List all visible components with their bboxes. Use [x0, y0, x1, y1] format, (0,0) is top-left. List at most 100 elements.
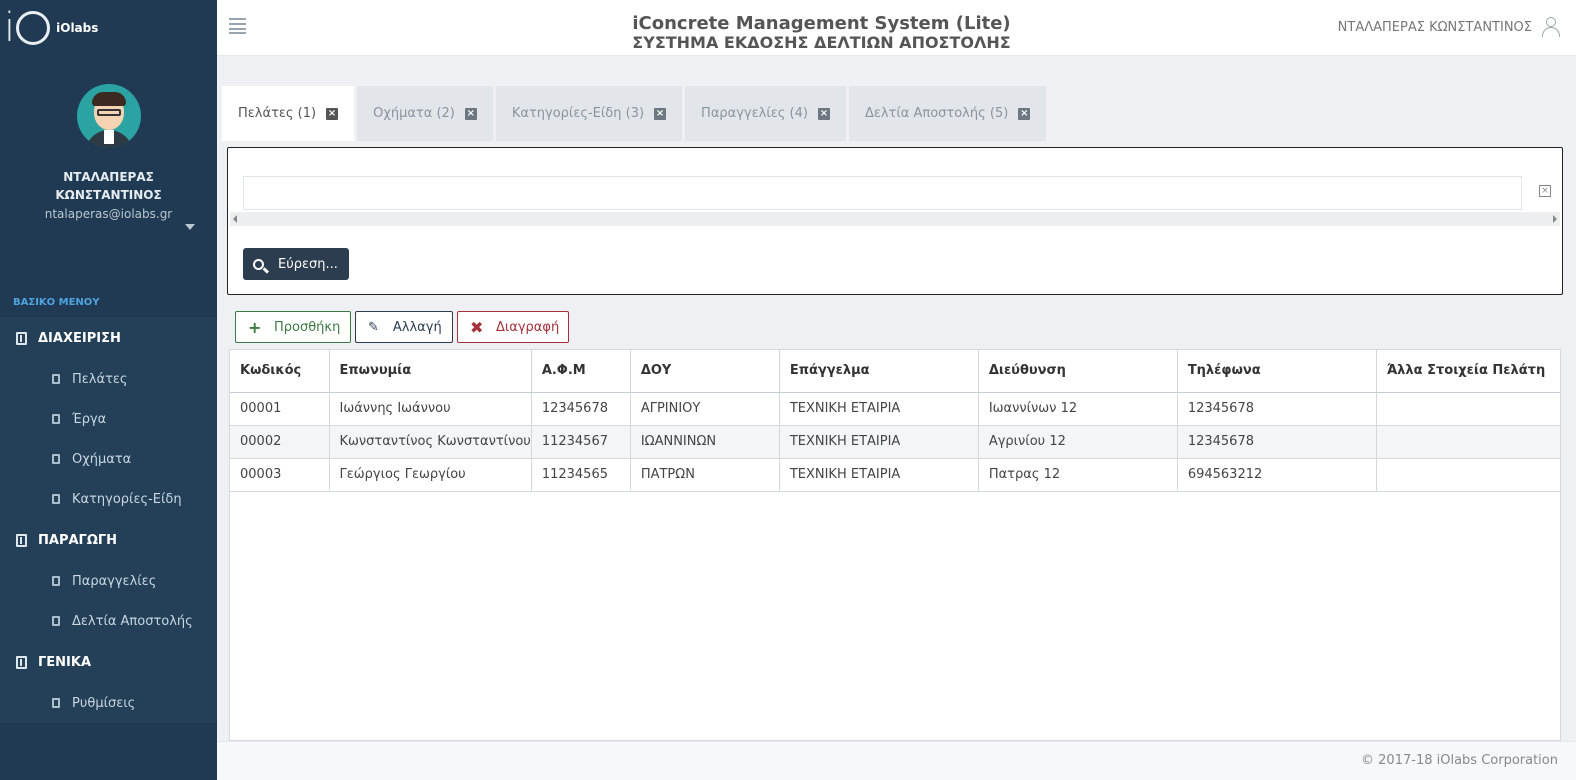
sidebar-item-label: Οχήματα [72, 451, 132, 467]
tab-categories[interactable]: Κατηγορίες-Είδη (3) × [495, 86, 683, 141]
search-input[interactable] [243, 176, 1522, 210]
logo-mark: i [4, 5, 15, 51]
delete-button-label: Διαγραφή [496, 319, 560, 335]
search-button[interactable]: Εύρεση... [243, 248, 349, 280]
customers-table: Κωδικός Επωνυμία Α.Φ.Μ ΔΟΥ Επάγγελμα Διε… [229, 349, 1561, 741]
edit-button[interactable]: ✎ Αλλαγή [355, 311, 453, 343]
menu-group-paragogi[interactable]: ΠΑΡΑΓΩΓΗ [0, 519, 217, 561]
tab-delivery-notes[interactable]: Δελτία Αποστολής (5) × [848, 86, 1047, 141]
table-header-row: Κωδικός Επωνυμία Α.Φ.Μ ΔΟΥ Επάγγελμα Διε… [230, 350, 1560, 393]
table-cell: ΤΕΧΝΙΚΗ ΕΤΑΙΡΙΑ [779, 458, 979, 492]
sidebar-item-delivery-notes[interactable]: Δελτία Αποστολής [0, 601, 217, 641]
table-cell: ΑΓΡΙΝΙΟΥ [630, 392, 780, 426]
table-row[interactable]: 00001 Ιωάννης Ιωάννου 12345678 ΑΓΡΙΝΙΟΥ … [230, 392, 1560, 426]
book-icon [52, 698, 60, 708]
search-button-label: Εύρεση... [278, 256, 338, 272]
close-icon[interactable]: × [654, 107, 667, 120]
user-icon[interactable] [1542, 17, 1560, 37]
table-cell: 12345678 [531, 392, 631, 426]
profile-username: ΝΤΑΛΑΠΕΡΑΣ ΚΩΝΣΤΑΝΤΙΝΟΣ [55, 170, 162, 202]
horizontal-scrollbar[interactable] [230, 212, 1560, 226]
table-cell: Αγρινίου 12 [978, 425, 1178, 459]
table-cell: ΤΕΧΝΙΚΗ ΕΤΑΙΡΙΑ [779, 392, 979, 426]
table-cell [1376, 425, 1560, 459]
sidebar-item-projects[interactable]: Έργα [0, 399, 217, 439]
column-header[interactable]: Διεύθυνση [978, 350, 1178, 393]
sidebar-item-settings[interactable]: Ρυθμίσεις [0, 683, 217, 723]
table-cell: ΠΑΤΡΩΝ [630, 458, 780, 492]
table-cell: 11234567 [531, 425, 631, 459]
scroll-left-icon[interactable] [233, 215, 237, 223]
profile-email: ntalaperas@iolabs.gr [44, 207, 173, 221]
column-header[interactable]: Άλλα Στοιχεία Πελάτη [1376, 350, 1560, 393]
plus-icon: + [248, 317, 262, 337]
scroll-right-icon[interactable] [1553, 215, 1557, 223]
menu-group-label: ΠΑΡΑΓΩΓΗ [38, 532, 118, 548]
tab-label: Παραγγελίες (4) [701, 106, 808, 121]
column-header[interactable]: Κωδικός [230, 350, 330, 393]
tab-orders[interactable]: Παραγγελίες (4) × [685, 86, 846, 141]
footer: © 2017-18 iOlabs Corporation [217, 741, 1576, 780]
column-header[interactable]: Επάγγελμα [779, 350, 979, 393]
close-icon[interactable]: × [1018, 107, 1031, 120]
tab-vehicles[interactable]: Οχήματα (2) × [357, 86, 493, 141]
table-cell: 00002 [230, 425, 330, 459]
book-icon [52, 414, 60, 424]
table-cell: Ιωάννης Ιωάννου [329, 392, 532, 426]
header-username[interactable]: ΝΤΑΛΑΠΕΡΑΣ ΚΩΝΣΤΑΝΤΙΝΟΣ [1338, 20, 1532, 35]
sidebar-item-orders[interactable]: Παραγγελίες [0, 561, 217, 601]
book-icon [52, 374, 60, 384]
table-cell [1376, 392, 1560, 426]
table-cell: Κωνσταντίνος Κωνσταντίνου [329, 425, 532, 459]
close-icon[interactable]: × [817, 107, 830, 120]
table-cell: 00001 [230, 392, 330, 426]
logo[interactable]: i iOlabs [0, 0, 217, 56]
avatar [76, 84, 141, 148]
sidebar-item-customers[interactable]: Πελάτες [0, 359, 217, 399]
add-button-label: Προσθήκη [274, 319, 341, 335]
tab-label: Οχήματα (2) [373, 106, 455, 121]
menu-group-genika[interactable]: ΓΕΝΙΚΑ [0, 641, 217, 683]
delete-icon: ✖ [470, 317, 484, 337]
table-cell: 12345678 [1177, 392, 1377, 426]
logo-text: iOlabs [56, 21, 99, 35]
action-toolbar: + Προσθήκη ✎ Αλλαγή ✖ Διαγραφή [235, 311, 573, 343]
table-cell [1376, 458, 1560, 492]
page-title: iConcrete Management System (Lite) ΣΥΣΤΗ… [217, 14, 1426, 52]
column-header[interactable]: Επωνυμία [329, 350, 532, 393]
close-icon[interactable]: × [464, 107, 477, 120]
column-header[interactable]: Τηλέφωνα [1177, 350, 1377, 393]
menu-group-diaxeirisi[interactable]: ΔΙΑΧΕΙΡΙΣΗ [0, 317, 217, 359]
sidebar-item-vehicles[interactable]: Οχήματα [0, 439, 217, 479]
table-cell: ΤΕΧΝΙΚΗ ΕΤΑΙΡΙΑ [779, 425, 979, 459]
table-cell: Γεώργιος Γεωργίου [329, 458, 532, 492]
table-row[interactable]: 00003 Γεώργιος Γεωργίου 11234565 ΠΑΤΡΩΝ … [230, 458, 1560, 492]
tab-label: Πελάτες (1) [238, 106, 317, 121]
logo-o-mark [16, 11, 51, 45]
tab-bar: Πελάτες (1) × Οχήματα (2) × Κατηγορίες-Είδ… [222, 86, 1049, 142]
table-row[interactable]: 00002 Κωνσταντίνος Κωνσταντίνου 11234567… [230, 425, 1560, 459]
copyright-text: © 2017-18 iOlabs Corporation [1361, 753, 1558, 768]
book-icon [16, 533, 27, 547]
search-panel: × Εύρεση... [227, 147, 1563, 295]
add-button[interactable]: + Προσθήκη [235, 311, 351, 343]
tab-label: Δελτία Αποστολής (5) [864, 106, 1009, 121]
table-cell: Ιωαννίνων 12 [978, 392, 1178, 426]
close-icon[interactable]: × [326, 107, 339, 120]
sidebar-item-label: Παραγγελίες [72, 573, 157, 589]
app-title: iConcrete Management System (Lite) [632, 13, 1011, 34]
profile-dropdown-icon[interactable] [185, 224, 195, 230]
column-header[interactable]: Α.Φ.Μ [531, 350, 631, 393]
menu-group-label: ΓΕΝΙΚΑ [38, 654, 92, 670]
book-icon [16, 331, 27, 345]
tab-customers[interactable]: Πελάτες (1) × [222, 86, 355, 141]
clear-icon[interactable]: × [1539, 185, 1551, 197]
top-header: iConcrete Management System (Lite) ΣΥΣΤΗ… [217, 0, 1576, 56]
menu-heading: ΒΑΣΙΚΟ ΜΕΝΟΥ [13, 297, 100, 308]
table-cell: 11234565 [531, 458, 631, 492]
sidebar-item-categories[interactable]: Κατηγορίες-Είδη [0, 479, 217, 519]
column-header[interactable]: ΔΟΥ [630, 350, 780, 393]
delete-button[interactable]: ✖ Διαγραφή [457, 311, 569, 343]
book-icon [52, 576, 60, 586]
table-cell: 694563212 [1177, 458, 1377, 492]
